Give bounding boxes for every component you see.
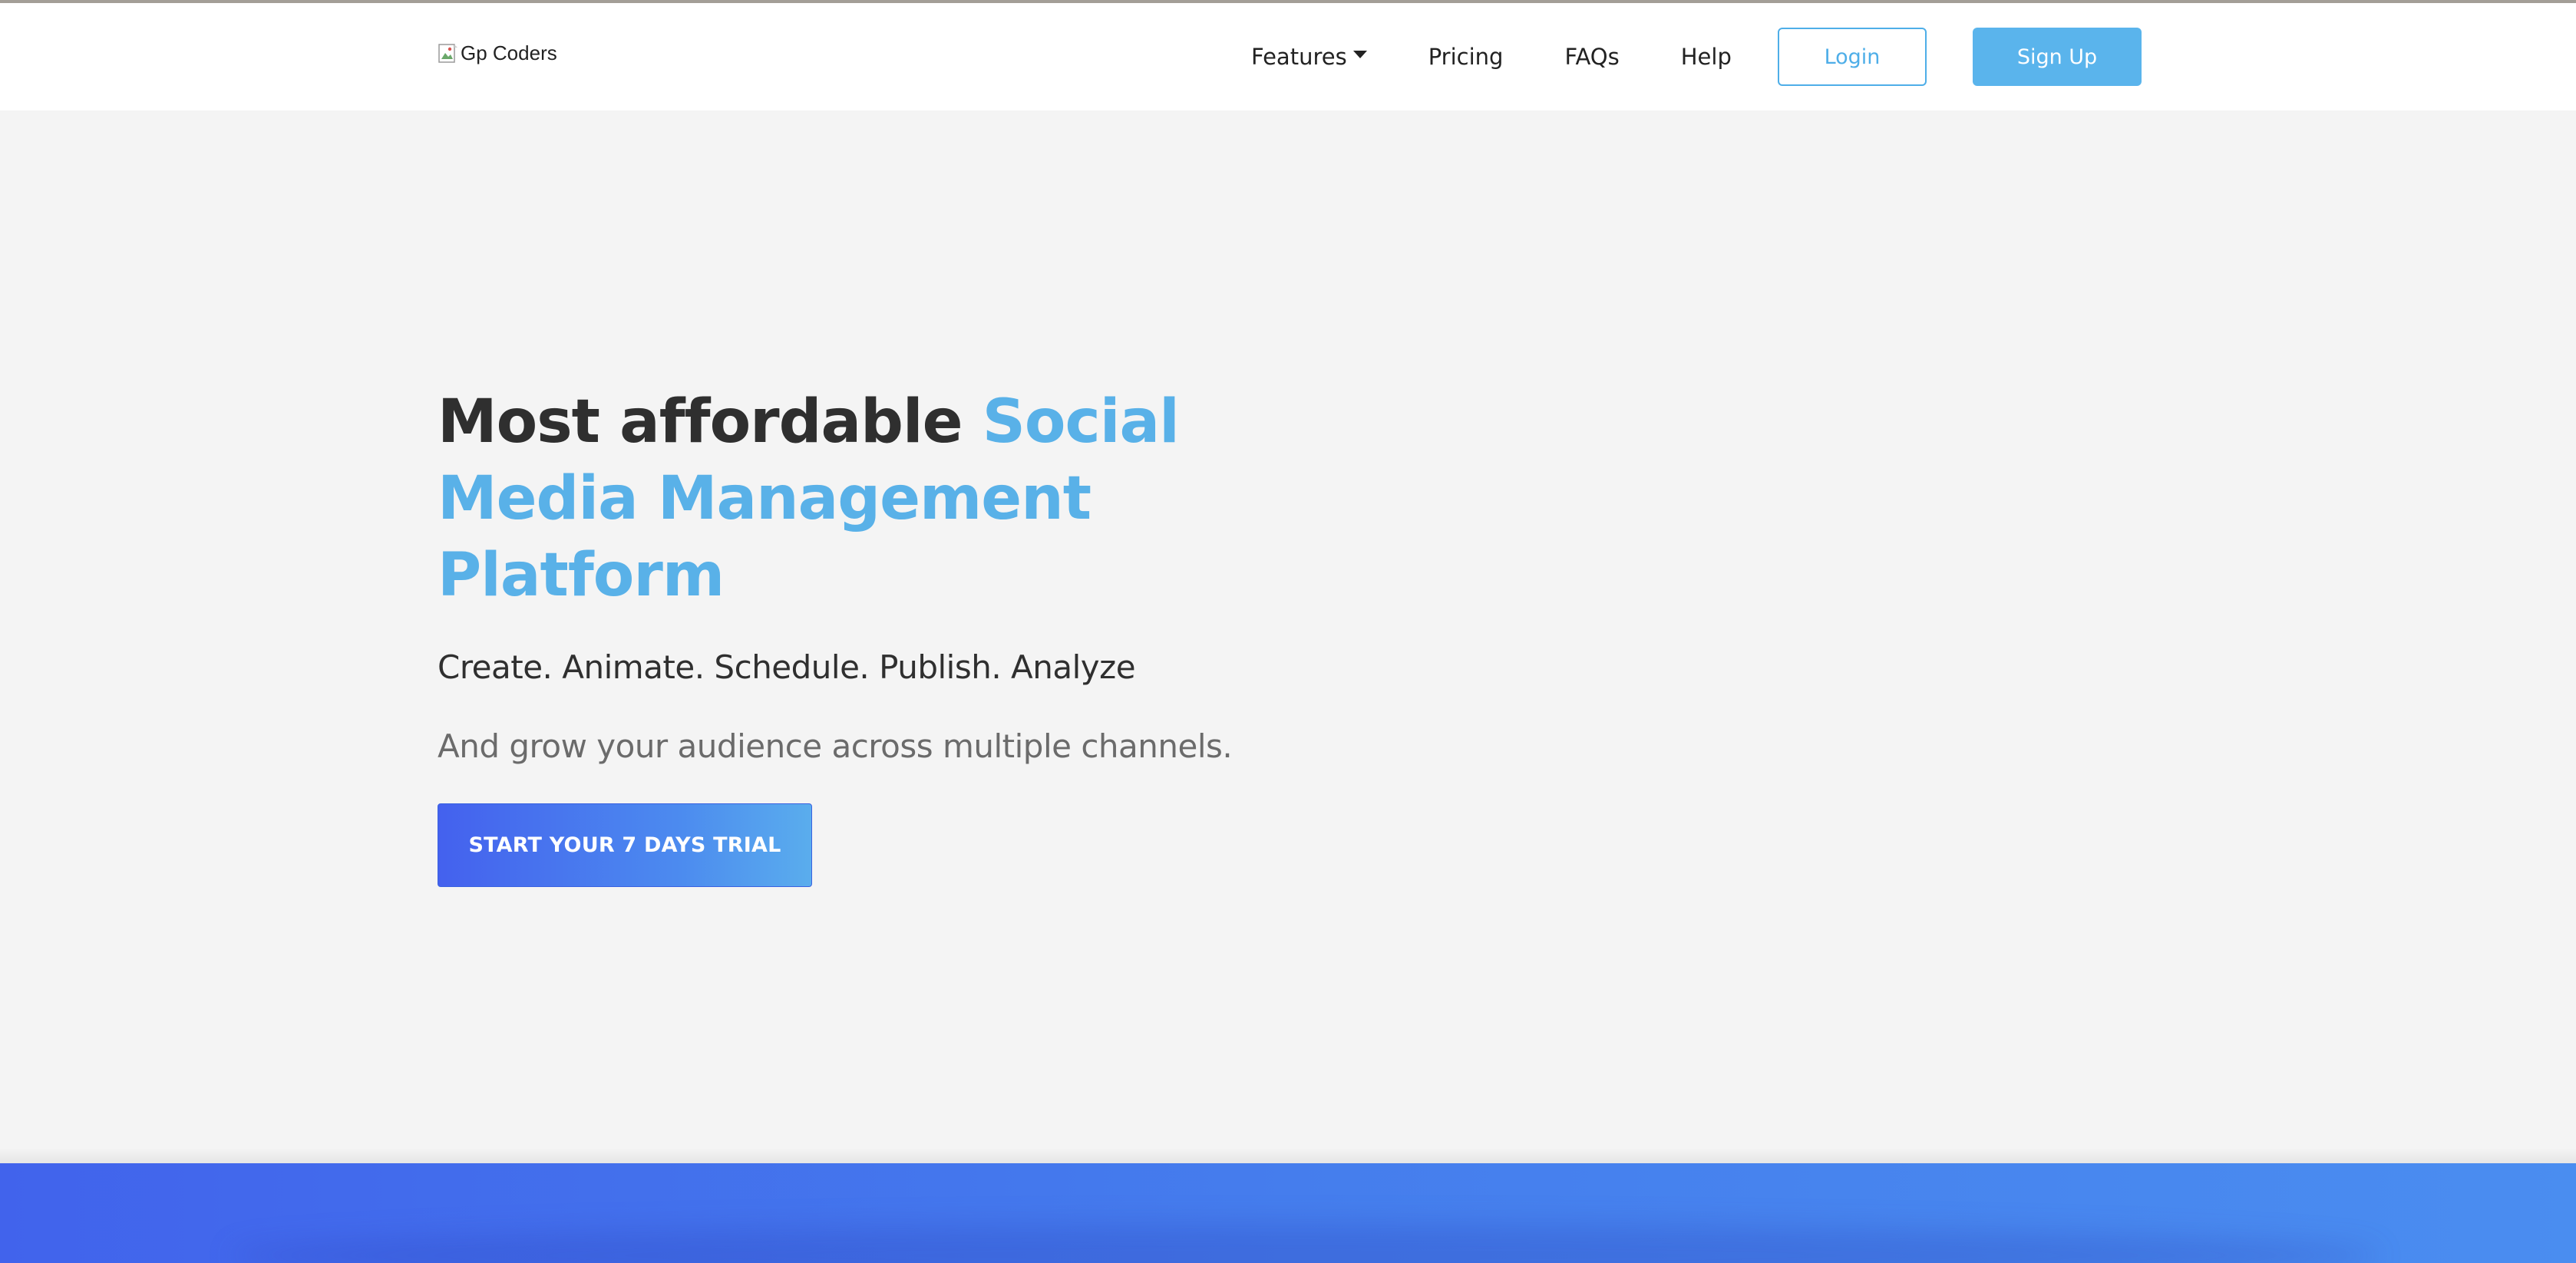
caret-down-icon bbox=[1352, 51, 1367, 58]
band-glow bbox=[230, 1225, 2379, 1263]
nav-features-label: Features bbox=[1251, 44, 1347, 70]
login-button[interactable]: Login bbox=[1778, 28, 1927, 86]
section-divider-shadow bbox=[0, 1148, 2576, 1163]
main-nav: Features Pricing FAQs Help bbox=[1251, 3, 1732, 110]
start-trial-button[interactable]: START YOUR 7 DAYS TRIAL bbox=[438, 803, 812, 887]
hero-title: Most affordable Social Media Management … bbox=[438, 384, 1282, 614]
navbar: Gp Coders Features Pricing FAQs Help Log… bbox=[0, 3, 2576, 110]
hero-description: And grow your audience across multiple c… bbox=[438, 727, 1233, 765]
hero-subtitle: Create. Animate. Schedule. Publish. Anal… bbox=[438, 648, 1136, 686]
hero-title-plain: Most affordable bbox=[438, 387, 983, 457]
brand-alt-text: Gp Coders bbox=[461, 41, 557, 64]
signup-button[interactable]: Sign Up bbox=[1973, 28, 2142, 86]
nav-faqs[interactable]: FAQs bbox=[1564, 44, 1619, 70]
nav-pricing[interactable]: Pricing bbox=[1428, 44, 1504, 70]
broken-image-icon bbox=[438, 42, 459, 65]
brand-logo[interactable]: Gp Coders bbox=[438, 41, 557, 65]
next-section-band bbox=[0, 1163, 2576, 1263]
nav-help[interactable]: Help bbox=[1681, 44, 1732, 70]
nav-features-dropdown[interactable]: Features bbox=[1251, 44, 1367, 70]
